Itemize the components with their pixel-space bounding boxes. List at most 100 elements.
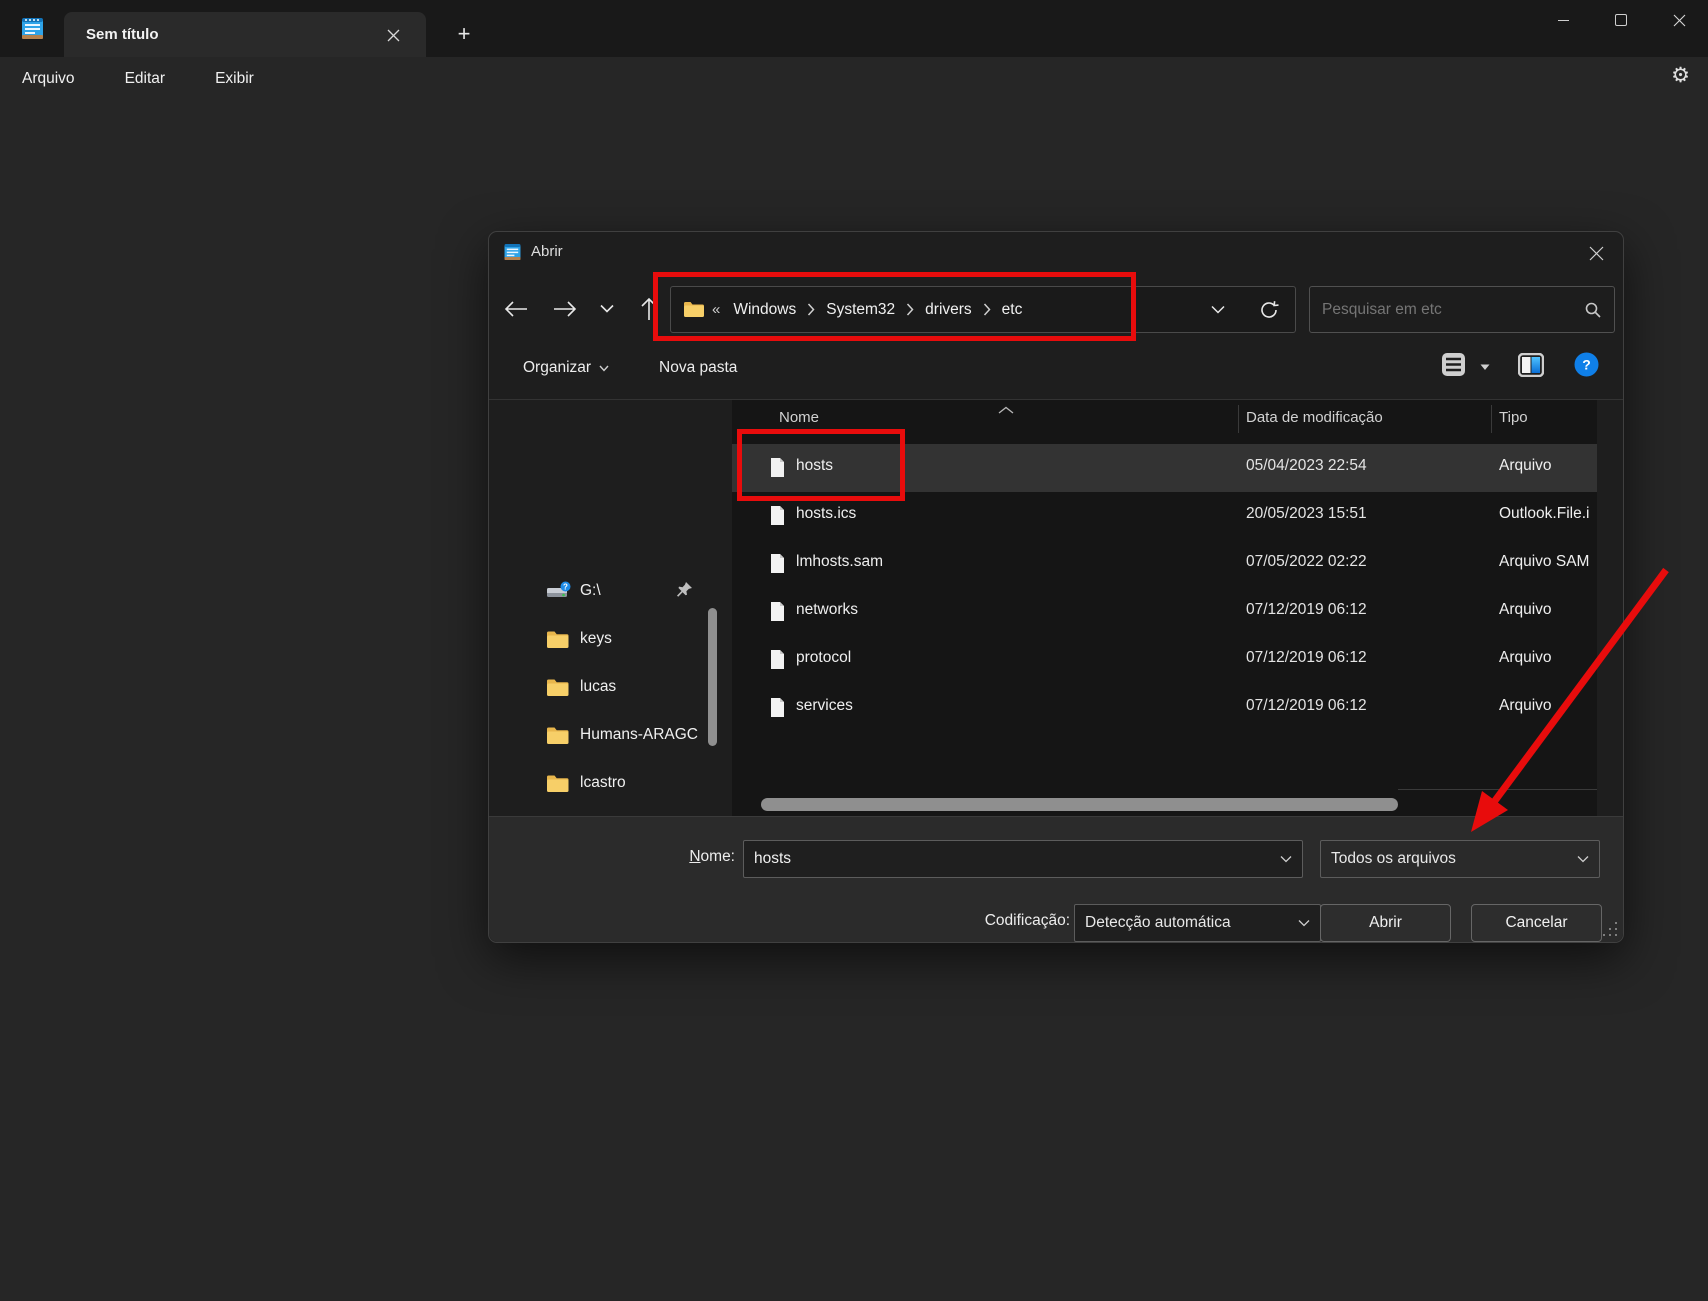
file-type: Arquivo bbox=[1499, 601, 1595, 619]
menubar: Arquivo Editar Exibir bbox=[0, 57, 1708, 100]
file-icon bbox=[769, 553, 786, 579]
drive-icon: ? bbox=[546, 581, 573, 601]
pin-icon[interactable] bbox=[676, 581, 693, 603]
filename-combobox[interactable] bbox=[743, 840, 1303, 878]
filetype-value: Todos os arquivos bbox=[1331, 850, 1456, 868]
dialog-footer: Nome: Todos os arquivos Codificação: Det… bbox=[489, 816, 1623, 942]
sidebar-scrollbar[interactable] bbox=[708, 608, 717, 746]
svg-text:?: ? bbox=[1582, 357, 1591, 373]
file-date: 07/12/2019 06:12 bbox=[1246, 697, 1367, 715]
file-date: 20/05/2023 15:51 bbox=[1246, 505, 1367, 523]
file-type: Arquivo bbox=[1499, 697, 1595, 715]
open-dialog: Abrir « Windows System32 d bbox=[488, 231, 1624, 943]
dialog-body: ? G:\ keys bbox=[489, 400, 1623, 816]
menu-exibir[interactable]: Exibir bbox=[201, 70, 268, 88]
menu-arquivo[interactable]: Arquivo bbox=[8, 70, 89, 88]
sidebar-label: G:\ bbox=[580, 582, 601, 600]
breadcrumb-overflow-chevrons[interactable]: « bbox=[712, 301, 720, 318]
dialog-titlebar: Abrir bbox=[489, 232, 1623, 274]
file-icon bbox=[769, 505, 786, 531]
sidebar-item-lcastro[interactable]: lcastro bbox=[489, 759, 707, 807]
file-type: Arquivo SAM bbox=[1499, 553, 1595, 571]
organize-label: Organizar bbox=[523, 359, 591, 377]
breadcrumb-etc[interactable]: etc bbox=[993, 301, 1032, 319]
column-header-nome[interactable]: Nome bbox=[779, 409, 819, 426]
folder-icon bbox=[546, 774, 573, 793]
column-header-data[interactable]: Data de modificação bbox=[1246, 409, 1383, 426]
sidebar-item-humans-aragc[interactable]: Humans-ARAGC bbox=[489, 711, 707, 759]
breadcrumb-windows[interactable]: Windows bbox=[724, 301, 805, 319]
address-dropdown-chevron-icon[interactable] bbox=[1193, 288, 1243, 331]
file-row-lmhosts-sam[interactable]: lmhosts.sam 07/05/2022 02:22 Arquivo SAM bbox=[732, 540, 1597, 588]
tab-close-icon[interactable] bbox=[382, 24, 404, 46]
file-icon bbox=[769, 649, 786, 675]
file-date: 05/04/2023 22:54 bbox=[1246, 457, 1367, 475]
cancel-button[interactable]: Cancelar bbox=[1471, 904, 1602, 942]
sidebar-label: keys bbox=[580, 630, 612, 648]
help-icon[interactable]: ? bbox=[1574, 352, 1599, 382]
dialog-title: Abrir bbox=[531, 243, 563, 260]
file-row-networks[interactable]: networks 07/12/2019 06:12 Arquivo bbox=[732, 588, 1597, 636]
file-row-hosts-ics[interactable]: hosts.ics 20/05/2023 15:51 Outlook.File.… bbox=[732, 492, 1597, 540]
preview-pane-icon[interactable] bbox=[1518, 353, 1544, 382]
column-separator[interactable] bbox=[1238, 405, 1239, 433]
file-type: Arquivo bbox=[1499, 457, 1595, 475]
close-button[interactable] bbox=[1650, 0, 1708, 40]
folder-icon bbox=[546, 678, 573, 697]
view-options-chevron-icon[interactable] bbox=[1480, 358, 1490, 376]
search-box[interactable] bbox=[1309, 286, 1615, 333]
new-folder-button[interactable]: Nova pasta bbox=[659, 354, 737, 382]
column-header-tipo[interactable]: Tipo bbox=[1499, 409, 1528, 426]
chevron-down-icon[interactable] bbox=[1298, 919, 1310, 927]
sidebar-label: lucas bbox=[580, 678, 616, 696]
new-tab-button[interactable]: + bbox=[450, 20, 478, 48]
column-separator[interactable] bbox=[1491, 405, 1492, 433]
nav-recent-chevron-icon[interactable] bbox=[589, 286, 625, 331]
encoding-dropdown[interactable]: Detecção automática bbox=[1074, 904, 1321, 942]
breadcrumb-system32[interactable]: System32 bbox=[817, 301, 904, 319]
file-row-services[interactable]: services 07/12/2019 06:12 Arquivo bbox=[732, 684, 1597, 732]
nav-forward-button[interactable] bbox=[547, 286, 583, 331]
minimize-button[interactable] bbox=[1534, 0, 1592, 40]
refresh-icon[interactable] bbox=[1243, 288, 1295, 331]
resize-grip[interactable] bbox=[1603, 922, 1617, 936]
breadcrumb-drivers[interactable]: drivers bbox=[916, 301, 981, 319]
sidebar-label: lcastro bbox=[580, 774, 626, 792]
file-row-protocol[interactable]: protocol 07/12/2019 06:12 Arquivo bbox=[732, 636, 1597, 684]
notepad-dialog-icon bbox=[503, 241, 522, 268]
sidebar-item-g-drive[interactable]: ? G:\ bbox=[489, 567, 707, 615]
filetype-dropdown[interactable]: Todos os arquivos bbox=[1320, 840, 1600, 878]
sidebar-item-keys[interactable]: keys bbox=[489, 615, 707, 663]
filename-input[interactable] bbox=[744, 850, 1280, 868]
window-controls bbox=[1534, 0, 1708, 40]
list-divider bbox=[1398, 789, 1597, 790]
settings-gear-icon[interactable]: ⚙ bbox=[1671, 63, 1690, 87]
menu-editar[interactable]: Editar bbox=[111, 70, 180, 88]
maximize-button[interactable] bbox=[1592, 0, 1650, 40]
open-button[interactable]: Abrir bbox=[1320, 904, 1451, 942]
tab-sem-titulo[interactable]: Sem título bbox=[64, 12, 426, 57]
dialog-close-icon[interactable] bbox=[1581, 240, 1611, 266]
chevron-right-icon bbox=[805, 303, 817, 316]
horizontal-scrollbar[interactable] bbox=[761, 798, 1398, 811]
nav-up-button[interactable] bbox=[631, 286, 667, 331]
folder-icon bbox=[546, 726, 573, 745]
folder-icon bbox=[546, 630, 573, 649]
file-type: Arquivo bbox=[1499, 649, 1595, 667]
file-icon bbox=[769, 601, 786, 627]
file-row-hosts[interactable]: hosts 05/04/2023 22:54 Arquivo bbox=[732, 444, 1597, 492]
sidebar-label: Humans-ARAGC bbox=[580, 726, 698, 744]
address-bar[interactable]: « Windows System32 drivers etc bbox=[670, 286, 1296, 333]
new-folder-label: Nova pasta bbox=[659, 359, 737, 377]
list-view-icon[interactable] bbox=[1441, 352, 1466, 382]
svg-text:?: ? bbox=[563, 583, 568, 592]
file-icon bbox=[769, 697, 786, 723]
file-name: services bbox=[796, 697, 853, 715]
chevron-down-icon[interactable] bbox=[1577, 855, 1589, 863]
chevron-down-icon[interactable] bbox=[1280, 855, 1292, 863]
nav-back-button[interactable] bbox=[498, 286, 534, 331]
organize-button[interactable]: Organizar bbox=[523, 354, 609, 382]
sidebar-item-lucas[interactable]: lucas bbox=[489, 663, 707, 711]
titlebar: Sem título + bbox=[0, 0, 1708, 57]
search-input[interactable] bbox=[1310, 301, 1584, 319]
